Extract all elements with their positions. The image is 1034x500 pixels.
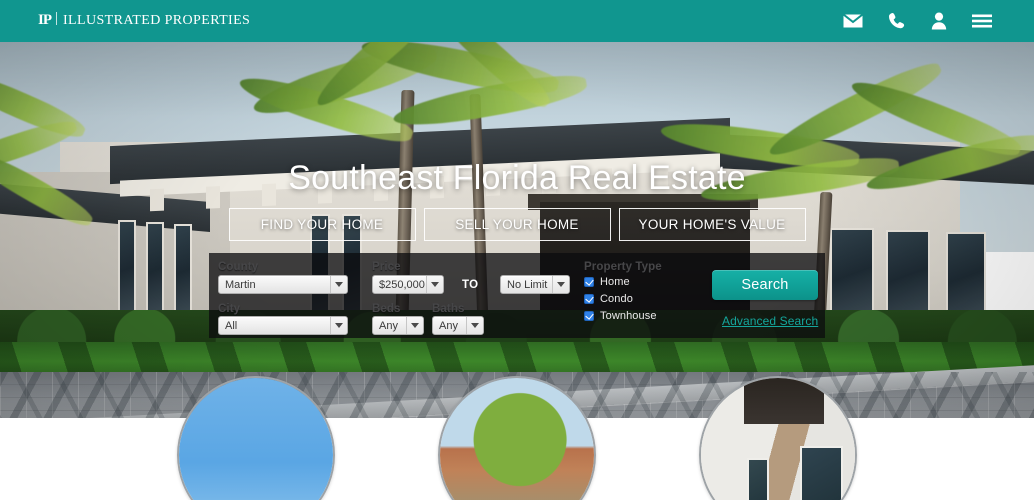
circle-thumb-3[interactable] <box>699 376 857 500</box>
circle-thumb-3-window <box>799 445 843 500</box>
chevron-down-icon <box>406 317 423 334</box>
circle-thumb-1[interactable] <box>177 376 335 500</box>
baths-value: Any <box>439 319 458 332</box>
property-type-option-label: Townhouse <box>600 310 657 322</box>
beds-select[interactable]: Any <box>372 316 424 335</box>
circle-thumb-2[interactable] <box>438 376 596 500</box>
hamburger-menu-icon[interactable] <box>972 11 992 31</box>
circle-thumb-3-window-2 <box>747 458 769 500</box>
county-value: Martin <box>225 278 256 291</box>
checkbox-checked-icon[interactable] <box>584 277 594 287</box>
header-icon-group <box>843 0 992 42</box>
logo-wordmark: Illustrated Properties <box>63 13 251 28</box>
property-type-option-townhouse[interactable]: Townhouse <box>584 309 657 323</box>
price-min-select[interactable]: $250,000 <box>372 275 444 294</box>
chevron-down-icon <box>426 276 443 293</box>
beds-value: Any <box>379 319 398 332</box>
chevron-down-icon <box>330 276 347 293</box>
circle-thumb-3-image <box>701 378 855 500</box>
find-your-home-button[interactable]: FIND YOUR HOME <box>228 208 416 241</box>
your-homes-value-button[interactable]: YOUR HOME'S VALUE <box>618 208 806 241</box>
logo-monogram: IP <box>38 12 52 28</box>
county-select[interactable]: Martin <box>218 275 348 294</box>
circle-thumb-2-image <box>440 378 594 500</box>
hero-cta-row: FIND YOUR HOME SELL YOUR HOME YOUR HOME'… <box>0 208 1034 241</box>
chevron-down-icon <box>330 317 347 334</box>
price-range-separator: TO <box>462 279 479 291</box>
email-icon[interactable] <box>843 11 863 31</box>
page-root: Southeast Florida Real Estate FIND YOUR … <box>0 0 1034 500</box>
property-type-checkbox-group: Home Condo Townhouse <box>584 275 657 326</box>
phone-icon[interactable] <box>886 11 906 31</box>
site-logo[interactable]: IP Illustrated Properties <box>38 11 250 28</box>
feature-circles-strip <box>0 376 1034 500</box>
city-select[interactable]: All <box>218 316 348 335</box>
checkbox-checked-icon[interactable] <box>584 311 594 321</box>
price-max-value: No Limit <box>507 278 548 291</box>
circle-thumb-1-image <box>179 378 333 500</box>
chevron-down-icon <box>552 276 569 293</box>
logo-divider <box>56 12 57 25</box>
site-header: IP Illustrated Properties <box>0 0 1034 42</box>
user-icon[interactable] <box>929 11 949 31</box>
sell-your-home-button[interactable]: SELL YOUR HOME <box>423 208 611 241</box>
search-button[interactable]: Search <box>712 270 818 300</box>
checkbox-checked-icon[interactable] <box>584 294 594 304</box>
property-type-option-label: Home <box>600 276 630 288</box>
property-type-option-condo[interactable]: Condo <box>584 292 657 306</box>
property-type-option-home[interactable]: Home <box>584 275 657 289</box>
circle-thumb-3-awning <box>744 378 825 425</box>
price-min-value: $250,000 <box>379 278 425 291</box>
chevron-down-icon <box>466 317 483 334</box>
property-type-option-label: Condo <box>600 293 633 305</box>
advanced-search-link[interactable]: Advanced Search <box>722 314 818 328</box>
page-title: Southeast Florida Real Estate <box>288 159 746 197</box>
city-value: All <box>225 319 238 332</box>
baths-select[interactable]: Any <box>432 316 484 335</box>
price-max-select[interactable]: No Limit <box>500 275 570 294</box>
